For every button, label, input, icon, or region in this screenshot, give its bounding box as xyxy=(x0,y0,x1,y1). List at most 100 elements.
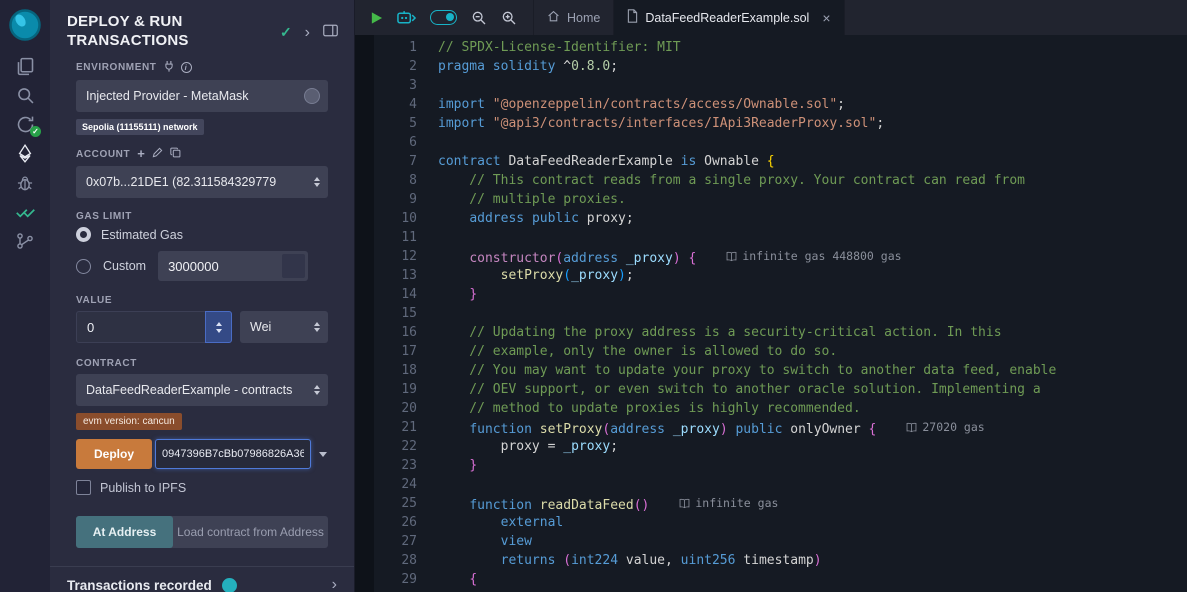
deploy-button[interactable]: Deploy xyxy=(76,439,152,469)
value-unit-select[interactable]: Wei xyxy=(240,311,328,343)
code-token xyxy=(438,553,501,568)
debugger-icon[interactable] xyxy=(0,168,50,197)
transactions-recorded-row[interactable]: Transactions recorded › xyxy=(50,566,354,592)
plug-icon[interactable] xyxy=(164,60,174,75)
code-line[interactable]: 13 setProxy(_proxy); xyxy=(355,266,1187,285)
code-token: // example, only the owner is allowed to… xyxy=(438,344,837,359)
code-token: ) xyxy=(814,553,822,568)
code-token: // SPDX-License-Identifier: MIT xyxy=(438,40,681,55)
code-token: external xyxy=(501,515,564,530)
code-line[interactable]: 3 xyxy=(355,76,1187,95)
collapse-panel-icon[interactable]: › xyxy=(305,26,310,40)
provider-icon xyxy=(304,88,320,104)
code-token xyxy=(485,97,493,112)
file-explorer-icon[interactable] xyxy=(0,52,50,81)
code-line[interactable]: 11 xyxy=(355,228,1187,247)
copy-account-icon[interactable] xyxy=(170,147,181,161)
code-line[interactable]: 29 { xyxy=(355,570,1187,589)
code-token xyxy=(485,59,493,74)
tab-datafeedreaderexample-sol[interactable]: DataFeedReaderExample.sol × xyxy=(613,0,844,35)
code-line[interactable]: 5import "@api3/contracts/interfaces/IApi… xyxy=(355,114,1187,133)
code-token xyxy=(438,268,501,283)
code-line[interactable]: 9 // multiple proxies. xyxy=(355,190,1187,209)
zoom-out-button[interactable] xyxy=(471,10,487,26)
zoom-in-button[interactable] xyxy=(501,10,517,26)
code-line[interactable]: 16 // Updating the proxy address is a se… xyxy=(355,323,1187,342)
edit-account-icon[interactable] xyxy=(152,147,163,161)
plugin-manager-icon[interactable] xyxy=(0,226,50,255)
unit-testing-icon[interactable] xyxy=(0,197,50,226)
code-line[interactable]: 27 view xyxy=(355,532,1187,551)
publish-ipfs-checkbox[interactable] xyxy=(76,480,91,495)
code-line[interactable]: 20 // method to update proxies is highly… xyxy=(355,399,1187,418)
code-token: solidity xyxy=(493,59,556,74)
code-line[interactable]: 19 // OEV support, or even switch to ano… xyxy=(355,380,1187,399)
code-token xyxy=(438,439,501,454)
code-token: proxy xyxy=(587,211,626,226)
code-line[interactable]: 17 // example, only the owner is allowed… xyxy=(355,342,1187,361)
account-select[interactable]: 0x07b...21DE1 (82.311584329779 xyxy=(76,166,328,198)
code-line[interactable]: 24 xyxy=(355,475,1187,494)
code-token: // method to update proxies is highly re… xyxy=(438,401,861,416)
code-line[interactable]: 8 // This contract reads from a single p… xyxy=(355,171,1187,190)
code-line[interactable]: 21 function setProxy(address _proxy) pub… xyxy=(355,418,1187,437)
environment-select[interactable]: Injected Provider - MetaMask xyxy=(76,80,328,112)
run-script-button[interactable] xyxy=(370,11,383,25)
code-token xyxy=(438,422,469,437)
code-line[interactable]: 1// SPDX-License-Identifier: MIT xyxy=(355,38,1187,57)
code-line[interactable]: 15 xyxy=(355,304,1187,323)
solidity-compiler-icon[interactable]: ✓ xyxy=(0,110,50,139)
code-line[interactable]: 18 // You may want to update your proxy … xyxy=(355,361,1187,380)
gas-stepper[interactable] xyxy=(282,254,305,278)
code-token: // OEV support, or even switch to anothe… xyxy=(438,382,1041,397)
code-token xyxy=(438,251,469,266)
code-line[interactable]: 12 constructor(address _proxy) {infinite… xyxy=(355,247,1187,266)
code-line[interactable]: 22 proxy = _proxy; xyxy=(355,437,1187,456)
code-line[interactable]: 26 external xyxy=(355,513,1187,532)
code-line[interactable]: 23 } xyxy=(355,456,1187,475)
environment-info-icon[interactable]: i xyxy=(181,62,192,73)
add-account-icon[interactable]: + xyxy=(137,149,145,159)
at-address-button[interactable]: At Address xyxy=(76,516,173,548)
custom-gas-radio[interactable] xyxy=(76,259,91,274)
ai-copilot-icon[interactable] xyxy=(397,10,416,25)
contract-label: CONTRACT xyxy=(76,358,328,369)
code-token xyxy=(485,116,493,131)
code-line[interactable]: 2pragma solidity ^0.8.0; xyxy=(355,57,1187,76)
contract-select[interactable]: DataFeedReaderExample - contracts xyxy=(76,374,328,406)
code-token: constructor xyxy=(469,251,555,266)
code-token xyxy=(759,154,767,169)
select-arrows-icon xyxy=(314,322,320,333)
at-address-input[interactable] xyxy=(173,525,328,539)
expand-args-chevron-icon[interactable] xyxy=(319,452,327,457)
code-token: function xyxy=(469,498,532,513)
copilot-toggle[interactable] xyxy=(430,10,457,25)
code-token: setProxy xyxy=(540,422,603,437)
code-line[interactable]: 4import "@openzeppelin/contracts/access/… xyxy=(355,95,1187,114)
deploy-run-icon[interactable] xyxy=(0,139,50,168)
code-token: address xyxy=(563,251,618,266)
value-stepper[interactable] xyxy=(205,311,232,343)
search-icon[interactable] xyxy=(0,81,50,110)
estimated-gas-radio[interactable] xyxy=(76,227,91,242)
code-editor[interactable]: 1// SPDX-License-Identifier: MIT2pragma … xyxy=(355,35,1187,592)
code-line-content: proxy = _proxy; xyxy=(438,437,618,456)
transactions-chevron-icon[interactable]: › xyxy=(332,576,337,592)
pin-panel-icon[interactable] xyxy=(323,24,338,42)
code-token xyxy=(696,154,704,169)
remix-logo-icon[interactable] xyxy=(7,7,43,43)
code-token: import xyxy=(438,97,485,112)
transactions-count-badge xyxy=(222,578,237,592)
code-line[interactable]: 14 } xyxy=(355,285,1187,304)
constructor-arg-input[interactable] xyxy=(155,439,311,469)
code-line[interactable]: 10 address public proxy; xyxy=(355,209,1187,228)
code-line[interactable]: 25 function readDataFeed()infinite gas xyxy=(355,494,1187,513)
code-token xyxy=(438,498,469,513)
tab-home[interactable]: Home xyxy=(533,0,613,35)
code-token: address xyxy=(469,211,524,226)
panel-title: DEPLOY & RUN TRANSACTIONS xyxy=(67,12,257,50)
code-line[interactable]: 28 returns (int224 value, uint256 timest… xyxy=(355,551,1187,570)
close-tab-icon[interactable]: × xyxy=(822,12,830,24)
code-line[interactable]: 6 xyxy=(355,133,1187,152)
code-line[interactable]: 7contract DataFeedReaderExample is Ownab… xyxy=(355,152,1187,171)
